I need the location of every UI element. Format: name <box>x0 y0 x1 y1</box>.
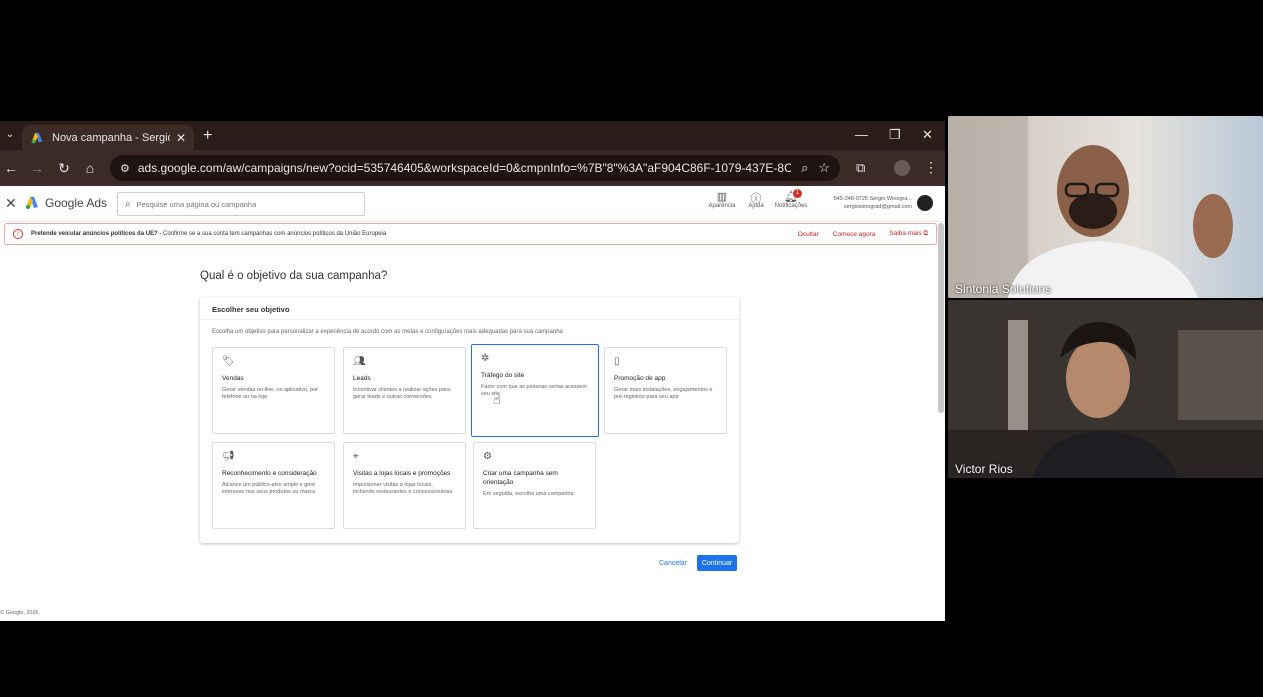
card-subtitle: Escolha um objetivo para personalizar a … <box>212 329 563 335</box>
extensions-icon[interactable]: ⧉ <box>856 160 865 176</box>
cursor-click-icon: ✲ <box>481 353 490 364</box>
appearance-label: Aparência <box>708 203 736 209</box>
account-email: sergiowinograd@gmail.com <box>844 204 912 210</box>
browser-menu-icon[interactable]: ⋮ <box>924 159 938 176</box>
video-tile-sintonia[interactable]: Sintonia Solutions <box>948 116 1263 298</box>
people-icon: 👥︎ <box>353 356 366 367</box>
zoom-icon[interactable]: ⌕ <box>801 160 808 176</box>
option-title: Leads <box>353 375 371 382</box>
political-ads-banner: ! Pretende veicular anúncios políticos d… <box>4 223 937 245</box>
option-description: Impulsionar visitas a lojas locais, incl… <box>353 482 453 495</box>
site-settings-icon[interactable]: ⚙ <box>120 162 130 175</box>
footer-copyright: © Google, 2025. <box>0 610 41 616</box>
participant-video <box>948 116 1263 298</box>
browser-tab-bar: ⌄ Nova campanha - Sergio Winog ✕ + — ❐ ✕ <box>0 121 945 150</box>
page-title: Qual é o objetivo da sua campanha? <box>200 270 388 282</box>
banner-hide-link[interactable]: Ocultar <box>798 231 819 238</box>
browser-toolbar: ← → ↻ ⌂ ⚙ ads.google.com/aw/campaigns/ne… <box>0 150 945 186</box>
window-close-icon[interactable]: ✕ <box>922 127 933 143</box>
help-button[interactable]: ⓘ Ajuda <box>736 190 776 209</box>
option-description: Gerar mais instalações, engajamentos e p… <box>614 387 713 400</box>
objective-card: Escolher seu objetivo Escolha um objetiv… <box>200 297 739 543</box>
gear-icon: ⚙ <box>483 451 492 462</box>
page-scrollbar[interactable] <box>938 223 944 413</box>
objective-option-trafego[interactable]: ✲ Tráfego do site Fazer com que as pesso… <box>471 344 599 437</box>
mouse-cursor-icon: ☝︎ <box>493 392 501 407</box>
forward-icon[interactable]: → <box>29 160 45 176</box>
divider <box>200 319 739 320</box>
google-ads-favicon-icon <box>31 132 43 143</box>
restore-icon[interactable]: ❐ <box>889 127 901 143</box>
option-description: Gerar vendas on-line, no aplicativo, por… <box>222 387 318 400</box>
card-title: Escolher seu objetivo <box>212 305 290 314</box>
account-avatar[interactable] <box>917 195 933 211</box>
option-title: Criar uma campanha sem orientação <box>483 470 558 486</box>
banner-start-link[interactable]: Comece agora <box>833 231 876 238</box>
page-search[interactable]: ⌕ <box>117 192 365 216</box>
objective-option-vendas[interactable]: 🏷︎ Vendas Gerar vendas on-line, no aplic… <box>212 347 335 434</box>
notifications-label: Notificações <box>774 203 808 209</box>
continue-button[interactable]: Continuar <box>697 555 737 571</box>
option-title: Tráfego do site <box>481 372 525 379</box>
tab-search-chevron-icon[interactable]: ⌄ <box>3 128 17 142</box>
tag-icon: 🏷︎ <box>222 356 235 367</box>
banner-learn-more-link[interactable]: Saiba mais ⧉ <box>889 230 928 238</box>
tab-title: Nova campanha - Sergio Winog <box>52 131 170 144</box>
location-pin-icon: ⌖ <box>353 451 359 462</box>
account-id: 545-248-9725 Sergio Winogra... <box>833 196 912 202</box>
objective-option-sem-orientacao[interactable]: ⚙ Criar uma campanha sem orientação Em s… <box>473 442 596 529</box>
help-icon: ⓘ <box>750 193 762 205</box>
objective-option-app[interactable]: ▯ Promoção de app Gerar mais instalações… <box>604 347 727 434</box>
option-title: Reconhecimento e consideração <box>222 470 317 477</box>
new-tab-icon[interactable]: + <box>203 127 212 145</box>
profile-avatar[interactable] <box>894 160 910 176</box>
cancel-button[interactable]: Cancelar <box>655 558 691 569</box>
option-title: Visitas a lojas locais e promoções <box>353 470 451 477</box>
shared-screen: ⌄ Nova campanha - Sergio Winog ✕ + — ❐ ✕… <box>0 121 945 621</box>
home-icon[interactable]: ⌂ <box>82 160 98 176</box>
warning-icon: ! <box>13 229 23 239</box>
objective-option-leads[interactable]: 👥︎ Leads Incentivar clientes a realizar … <box>343 347 466 434</box>
close-icon[interactable]: ✕ <box>5 195 17 212</box>
objective-option-lojas-locais[interactable]: ⌖ Visitas a lojas locais e promoções Imp… <box>343 442 466 529</box>
banner-text: - Confirme se a sua conta tem campanhas … <box>157 231 387 237</box>
participant-video <box>948 300 1263 478</box>
browser-tab-active[interactable]: Nova campanha - Sergio Winog ✕ <box>22 125 194 150</box>
option-description: Alcance um público-alvo amplo e gere int… <box>222 482 316 495</box>
banner-bold: Pretende veicular anúncios políticos da … <box>31 231 158 237</box>
address-bar[interactable]: ⚙ ads.google.com/aw/campaigns/new?ocid=5… <box>110 155 840 181</box>
option-description: Em seguida, escolha uma campanha <box>483 491 574 497</box>
account-info[interactable]: 545-248-9725 Sergio Winogra... sergiowin… <box>815 195 912 211</box>
option-description: Incentivar clientes a realizar ações par… <box>353 387 450 400</box>
notifications-button[interactable]: 🔔︎ 1 Notificações <box>771 189 811 209</box>
google-ads-logo-icon <box>25 197 38 210</box>
participant-name: Sintonia Solutions <box>955 282 1052 296</box>
banner-message: Pretende veicular anúncios políticos da … <box>31 231 784 237</box>
option-title: Promoção de app <box>614 375 666 382</box>
bookmark-star-icon[interactable]: ☆ <box>818 160 830 176</box>
reload-icon[interactable]: ↻ <box>56 160 72 177</box>
ads-header: ✕ Google Ads ⌕ ▥ Aparência ⓘ Ajuda 🔔︎ 1 … <box>0 186 945 222</box>
back-icon[interactable]: ← <box>3 160 19 176</box>
brand-name: Google Ads <box>45 196 108 210</box>
video-tile-victor[interactable]: Victor Rios <box>948 300 1263 478</box>
objective-option-reconhecimento[interactable]: 📢︎ Reconhecimento e consideração Alcance… <box>212 442 335 529</box>
megaphone-icon: 📢︎ <box>222 451 235 462</box>
help-label: Ajuda <box>748 203 764 209</box>
tab-close-icon[interactable]: ✕ <box>176 131 186 145</box>
url-text[interactable]: ads.google.com/aw/campaigns/new?ocid=535… <box>138 161 791 175</box>
bell-icon: 🔔︎ <box>784 191 798 203</box>
phone-icon: ▯ <box>614 356 620 367</box>
notification-badge: 1 <box>793 189 802 198</box>
search-icon: ⌕ <box>125 198 131 210</box>
participant-name: Victor Rios <box>955 462 1013 476</box>
search-input[interactable] <box>136 199 357 209</box>
option-title: Vendas <box>222 375 244 382</box>
minimize-icon[interactable]: — <box>855 127 868 142</box>
